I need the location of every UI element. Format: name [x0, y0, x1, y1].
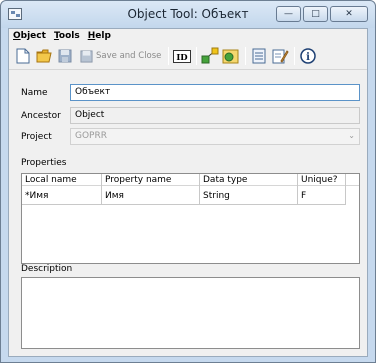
- cell-property-name: Имя: [105, 191, 124, 201]
- ancestor-label: Ancestor: [21, 111, 61, 121]
- symbol-icon: [222, 49, 239, 64]
- graph-icon: [201, 47, 219, 64]
- new-document-icon: [16, 48, 30, 64]
- chevron-down-icon: ⌄: [348, 131, 355, 140]
- save-and-close-label: Save and Close: [96, 51, 162, 61]
- column-header-local-name[interactable]: Local name: [25, 175, 77, 185]
- toolbar-separator: [245, 47, 247, 65]
- save-disk-icon: [58, 49, 72, 63]
- new-document-button[interactable]: [13, 46, 33, 66]
- save-close-icon: [80, 49, 93, 63]
- toolbar-divider: [9, 69, 367, 70]
- info-icon: i: [300, 48, 317, 64]
- description-textarea[interactable]: [21, 277, 360, 349]
- name-field[interactable]: Объект: [70, 84, 360, 101]
- symbol-button[interactable]: [221, 46, 241, 66]
- cell-data-type: String: [203, 191, 230, 201]
- client-area: Object Tools Help Save and Close ID i Na…: [8, 28, 368, 357]
- toolbar: Save and Close ID i: [9, 44, 367, 68]
- menu-bar: Object Tools Help: [9, 29, 367, 43]
- properties-table[interactable]: Local name Property name Data type Uniqu…: [21, 173, 360, 264]
- cell-local-name: *Имя: [25, 191, 49, 201]
- column-header-unique[interactable]: Unique?: [301, 175, 338, 185]
- project-label: Project: [21, 132, 52, 142]
- maximize-button[interactable]: □: [303, 6, 328, 22]
- save-button[interactable]: [55, 46, 75, 66]
- open-folder-icon: [36, 49, 52, 63]
- title-bar[interactable]: Object Tool: Объект — □ ✕: [1, 1, 375, 28]
- close-button[interactable]: ✕: [330, 6, 368, 22]
- form-button[interactable]: [249, 46, 269, 66]
- cell-unique: F: [301, 191, 307, 201]
- project-select-value: GOPRR: [75, 131, 107, 141]
- object-tool-window: Object Tool: Объект — □ ✕ Object Tools H…: [0, 0, 376, 363]
- toolbar-separator: [196, 47, 198, 65]
- project-select[interactable]: GOPRR ⌄: [70, 128, 360, 145]
- ancestor-field[interactable]: Object: [70, 107, 360, 124]
- edit-notes-button[interactable]: [270, 46, 290, 66]
- graph-button[interactable]: [200, 46, 220, 66]
- id-button[interactable]: ID: [172, 46, 192, 66]
- menu-object-accel: O: [13, 31, 21, 41]
- edit-notes-icon: [272, 49, 289, 63]
- toolbar-separator: [294, 47, 296, 65]
- caption-buttons: — □ ✕: [276, 6, 368, 22]
- column-divider: [345, 174, 346, 205]
- toolbar-separator: [168, 47, 170, 65]
- description-label: Description: [21, 264, 73, 274]
- column-header-data-type[interactable]: Data type: [203, 175, 247, 185]
- properties-label: Properties: [21, 158, 67, 168]
- properties-table-header: Local name Property name Data type Uniqu…: [22, 174, 359, 186]
- svg-text:i: i: [307, 52, 311, 63]
- menu-help-rest: elp: [95, 31, 111, 41]
- name-label: Name: [21, 88, 48, 98]
- column-header-property-name[interactable]: Property name: [105, 175, 171, 185]
- minimize-button[interactable]: —: [276, 6, 301, 22]
- menu-tools[interactable]: Tools: [51, 29, 85, 43]
- menu-help[interactable]: Help: [85, 29, 116, 43]
- form-icon: [252, 48, 266, 64]
- open-folder-button[interactable]: [34, 46, 54, 66]
- menu-object[interactable]: Object: [9, 29, 51, 43]
- info-button[interactable]: i: [298, 46, 318, 66]
- table-row[interactable]: *Имя Имя String F: [22, 187, 345, 205]
- menu-tools-rest: ools: [58, 31, 80, 41]
- menu-object-rest: bject: [20, 31, 46, 41]
- id-icon: ID: [173, 49, 192, 63]
- svg-text:ID: ID: [177, 53, 189, 63]
- save-and-close-button[interactable]: Save and Close: [76, 46, 165, 66]
